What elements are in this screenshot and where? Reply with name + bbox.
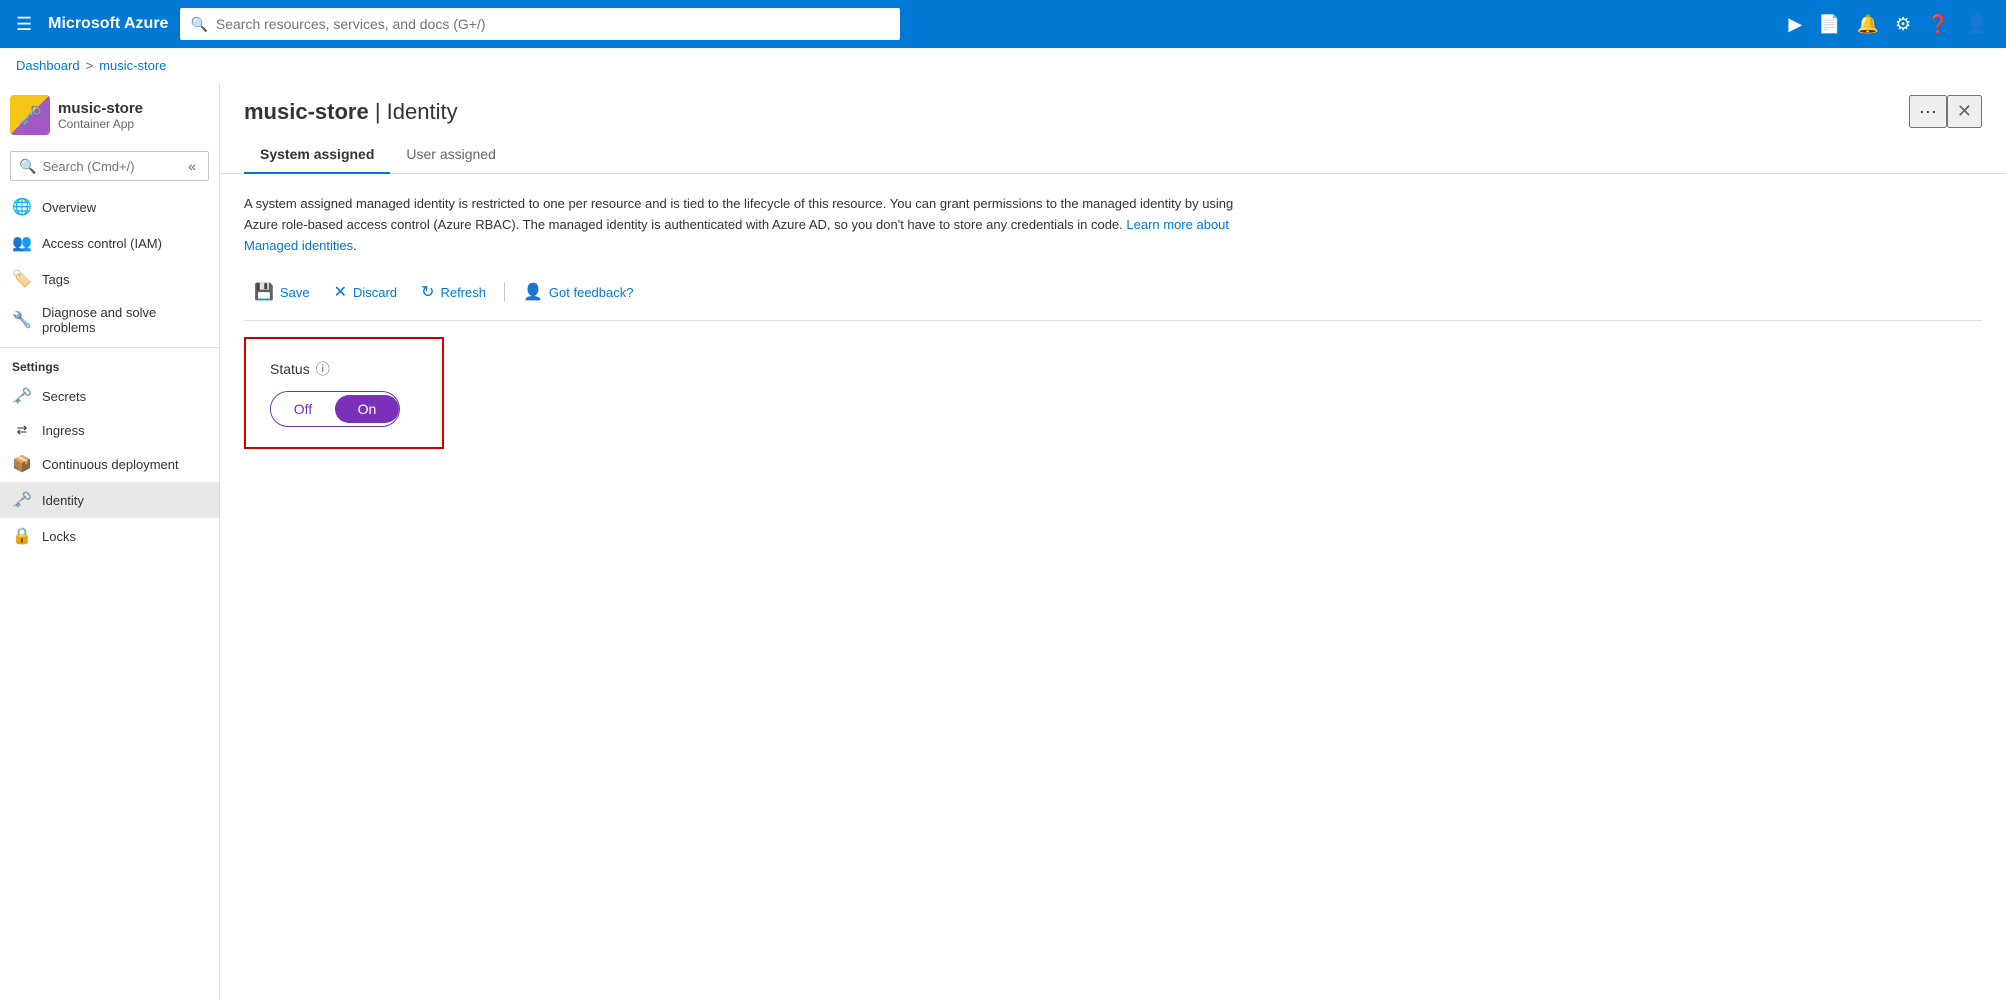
refresh-icon: ↻	[421, 282, 434, 302]
resource-name: music-store	[58, 100, 143, 117]
sidebar-item-diagnose[interactable]: 🔧 Diagnose and solve problems	[0, 297, 219, 343]
sidebar-item-tags-label: Tags	[42, 272, 69, 287]
settings-section-label: Settings	[0, 347, 219, 378]
help-icon[interactable]: ❓	[1921, 8, 1955, 41]
user-icon[interactable]: 👤	[1960, 8, 1994, 41]
sidebar-collapse-button[interactable]: «	[184, 156, 200, 176]
deployment-icon: 📦	[12, 454, 32, 474]
diagnose-icon: 🔧	[12, 310, 32, 330]
more-options-button[interactable]: ···	[1909, 95, 1947, 128]
tags-icon: 🏷️	[12, 269, 32, 289]
sidebar: 🗝️ music-store Container App 🔍 « 🌐 Overv…	[0, 83, 220, 999]
sidebar-search-input[interactable]	[42, 159, 178, 174]
top-nav-icons: ▶ 📄 🔔 ⚙ ❓ 👤	[1782, 8, 1994, 41]
overview-icon: 🌐	[12, 197, 32, 217]
sidebar-item-iam[interactable]: 👥 Access control (IAM)	[0, 225, 219, 261]
content-header: music-store | Identity ··· ✕	[220, 83, 2006, 136]
main-layout: 🗝️ music-store Container App 🔍 « 🌐 Overv…	[0, 83, 2006, 999]
sidebar-item-tags[interactable]: 🏷️ Tags	[0, 261, 219, 297]
sidebar-item-identity-label: Identity	[42, 493, 84, 508]
sidebar-item-cd-label: Continuous deployment	[42, 457, 179, 472]
toolbar-divider	[504, 282, 505, 302]
tab-system-assigned[interactable]: System assigned	[244, 136, 390, 174]
identity-tabs: System assigned User assigned	[220, 136, 2006, 174]
sidebar-item-identity[interactable]: 🗝️ Identity	[0, 482, 219, 518]
save-label: Save	[280, 285, 310, 300]
refresh-button[interactable]: ↻ Refresh	[411, 276, 496, 308]
sidebar-search-icon: 🔍	[19, 158, 36, 175]
notifications-icon[interactable]: 🔔	[1851, 8, 1885, 41]
sidebar-item-ingress[interactable]: ⇄ Ingress	[0, 414, 219, 446]
toggle-off-option[interactable]: Off	[271, 395, 335, 423]
sidebar-item-overview-label: Overview	[42, 200, 96, 215]
sidebar-item-overview[interactable]: 🌐 Overview	[0, 189, 219, 225]
status-info-icon[interactable]: ⓘ	[316, 359, 330, 379]
settings-icon[interactable]: ⚙	[1889, 8, 1917, 41]
search-icon: 🔍	[190, 16, 207, 33]
sidebar-item-continuous-deployment[interactable]: 📦 Continuous deployment	[0, 446, 219, 482]
sidebar-search-container: 🔍 «	[10, 151, 209, 181]
tab-user-assigned[interactable]: User assigned	[390, 136, 512, 174]
sidebar-item-ingress-label: Ingress	[42, 423, 85, 438]
iam-icon: 👥	[12, 233, 32, 253]
discard-label: Discard	[353, 285, 397, 300]
locks-icon: 🔒	[12, 526, 32, 546]
global-search-bar[interactable]: 🔍	[180, 8, 900, 40]
refresh-label: Refresh	[440, 285, 486, 300]
status-toggle[interactable]: Off On	[270, 391, 400, 427]
save-button[interactable]: 💾 Save	[244, 276, 320, 308]
brand-name: Microsoft Azure	[48, 15, 168, 33]
identity-icon: 🗝️	[12, 490, 32, 510]
resource-subtitle: Container App	[58, 117, 143, 131]
sidebar-item-secrets[interactable]: 🗝️ Secrets	[0, 378, 219, 414]
toggle-on-option[interactable]: On	[335, 395, 399, 423]
content-area: music-store | Identity ··· ✕ System assi…	[220, 83, 2006, 999]
discard-icon: ✕	[334, 282, 347, 302]
breadcrumb-dashboard[interactable]: Dashboard	[16, 58, 80, 73]
save-icon: 💾	[254, 282, 274, 302]
feedback-label: Got feedback?	[549, 285, 634, 300]
page-title: music-store | Identity	[244, 99, 1909, 125]
action-toolbar: 💾 Save ✕ Discard ↻ Refresh 👤 Got feedbac…	[244, 276, 1982, 321]
status-label-row: Status ⓘ	[270, 359, 418, 379]
directory-icon[interactable]: 📄	[1812, 8, 1846, 41]
breadcrumb-separator: >	[86, 58, 94, 73]
cloud-shell-icon[interactable]: ▶	[1782, 8, 1808, 41]
description-main: A system assigned managed identity is re…	[244, 196, 1233, 232]
feedback-icon: 👤	[523, 282, 543, 302]
page-title-section: Identity	[387, 99, 458, 124]
description-text: A system assigned managed identity is re…	[244, 194, 1244, 256]
sidebar-resource-header: 🗝️ music-store Container App	[0, 83, 219, 143]
close-button[interactable]: ✕	[1947, 95, 1982, 128]
global-search-input[interactable]	[216, 16, 891, 32]
status-text: Status	[270, 361, 310, 377]
breadcrumb-current[interactable]: music-store	[99, 58, 166, 73]
feedback-button[interactable]: 👤 Got feedback?	[513, 276, 643, 308]
ingress-icon: ⇄	[12, 422, 32, 438]
sidebar-item-locks-label: Locks	[42, 529, 76, 544]
breadcrumb: Dashboard > music-store	[0, 48, 2006, 83]
page-title-separator: |	[369, 99, 387, 124]
sidebar-item-diagnose-label: Diagnose and solve problems	[42, 305, 207, 335]
resource-icon: 🗝️	[10, 95, 50, 135]
secrets-icon: 🗝️	[12, 386, 32, 406]
sidebar-item-locks[interactable]: 🔒 Locks	[0, 518, 219, 554]
sidebar-item-iam-label: Access control (IAM)	[42, 236, 162, 251]
top-navigation: ☰ Microsoft Azure 🔍 ▶ 📄 🔔 ⚙ ❓ 👤	[0, 0, 2006, 48]
sidebar-item-secrets-label: Secrets	[42, 389, 86, 404]
content-body: A system assigned managed identity is re…	[220, 174, 2006, 999]
discard-button[interactable]: ✕ Discard	[324, 276, 407, 308]
page-title-resource: music-store	[244, 99, 369, 124]
status-section: Status ⓘ Off On	[244, 337, 444, 449]
hamburger-menu[interactable]: ☰	[12, 10, 36, 39]
